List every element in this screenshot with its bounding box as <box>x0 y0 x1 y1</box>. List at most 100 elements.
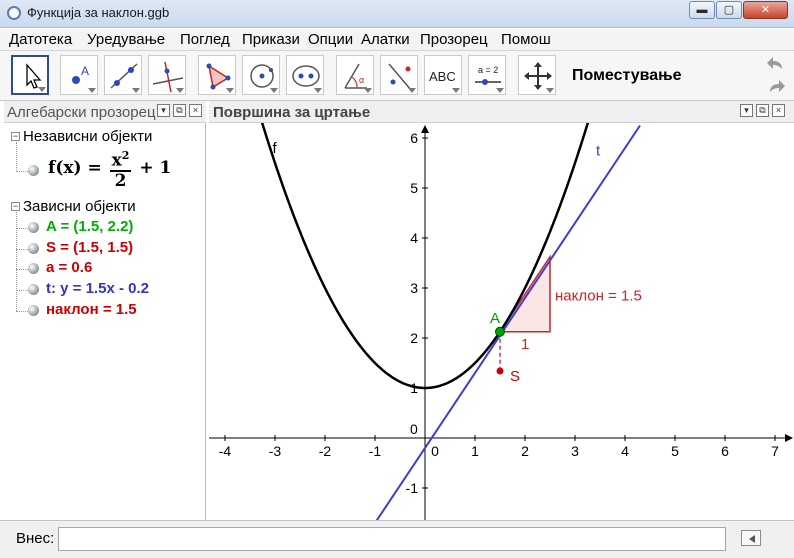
list-item[interactable] <box>28 161 48 181</box>
menu-options[interactable]: Опции <box>308 31 353 48</box>
visibility-bullet-icon[interactable] <box>28 243 39 254</box>
close-window-button[interactable]: ✕ <box>743 1 788 19</box>
point-tool-button[interactable]: A <box>60 55 98 95</box>
menu-help[interactable]: Помош <box>501 31 551 48</box>
collapse-toggle-free[interactable]: − <box>11 132 20 141</box>
x-tick-label: 5 <box>671 443 679 459</box>
menu-tools[interactable]: Алатки <box>361 31 410 48</box>
minimize-button[interactable]: ▬ <box>689 1 715 19</box>
dropdown-triangle-icon <box>88 88 96 93</box>
x-tick-label: -1 <box>369 443 382 459</box>
visibility-bullet-icon[interactable] <box>28 305 39 316</box>
text-tool-button[interactable]: ABC <box>424 55 462 95</box>
x-tick-label: 1 <box>471 443 479 459</box>
x-tick-label: 6 <box>721 443 729 459</box>
function-f-formula[interactable]: f(x) = x2 2 + 1 <box>48 147 171 190</box>
graphics-view-header: Површина за цртање ▾ ⧉ × <box>209 101 794 123</box>
close-panel-icon[interactable]: × <box>772 104 785 117</box>
undo-icon[interactable] <box>765 54 787 74</box>
menu-window[interactable]: Прозорец <box>420 31 488 48</box>
visibility-bullet-icon[interactable] <box>28 222 39 233</box>
x-tick-label: -2 <box>319 443 332 459</box>
menu-edit[interactable]: Уредување <box>87 31 165 48</box>
visibility-bullet-icon[interactable] <box>28 284 39 295</box>
title-bar: Функција за наклон.ggb ▬ ▢ ✕ <box>0 0 794 28</box>
menu-perspectives[interactable]: Прикази <box>242 31 300 48</box>
svg-text:ABC: ABC <box>429 69 456 84</box>
y-tick-labels: -1 1 2 3 4 5 6 <box>406 130 419 496</box>
perpendicular-tool-button[interactable] <box>148 55 186 95</box>
reflect-tool-button[interactable] <box>380 55 418 95</box>
window-title: Функција за наклон.ggb <box>27 5 170 20</box>
tree-connector <box>16 142 17 172</box>
toolbar: A α ABC a = 2 Поместување <box>0 51 794 101</box>
dependent-objects-header: Зависни објекти <box>23 198 136 215</box>
x-tick-label: 0 <box>431 443 439 459</box>
graphics-view[interactable]: f t A S наклон = 1.5 1 0 -4 -3 -2 -1 1 2 3 4 5 6 7… <box>209 101 794 520</box>
x-tick-label: -3 <box>269 443 282 459</box>
y-tick-label: 6 <box>410 130 418 146</box>
object-A[interactable]: A = (1.5, 2.2) <box>46 218 133 235</box>
dropdown-triangle-icon <box>408 88 416 93</box>
y-axis-arrow <box>421 125 429 133</box>
dropdown-triangle-icon <box>132 88 140 93</box>
maximize-button[interactable]: ▢ <box>716 1 742 19</box>
circle-tool-button[interactable] <box>242 55 280 95</box>
move-view-tool-button[interactable] <box>518 55 556 95</box>
x-tick-label: 7 <box>771 443 779 459</box>
dropdown-triangle-icon <box>270 88 278 93</box>
object-a[interactable]: a = 0.6 <box>46 259 92 276</box>
menu-bar: Датотека Уредување Поглед Прикази Опции … <box>0 29 794 51</box>
graphics-canvas[interactable]: f t A S наклон = 1.5 1 0 -4 -3 -2 -1 1 2 3 4 5 6 7… <box>209 101 794 520</box>
panel-menu-icon[interactable]: ▾ <box>157 104 170 117</box>
undock-icon[interactable]: ⧉ <box>173 104 186 117</box>
y-tick-label: 4 <box>410 230 418 246</box>
dropdown-triangle-icon <box>226 88 234 93</box>
x-tick-label: -4 <box>219 443 232 459</box>
collapse-toggle-dependent[interactable]: − <box>11 202 20 211</box>
dropdown-triangle-icon <box>364 88 372 93</box>
visibility-bullet-icon[interactable] <box>28 263 39 274</box>
point-label-A: A <box>490 310 500 327</box>
svg-text:α: α <box>359 75 364 85</box>
x-axis-arrow <box>785 434 793 442</box>
y-tick-label: -1 <box>406 480 419 496</box>
dropdown-triangle-icon <box>496 88 504 93</box>
ellipse-tool-button[interactable] <box>286 55 324 95</box>
slider-tool-button[interactable]: a = 2 <box>468 55 506 95</box>
svg-text:a = 2: a = 2 <box>478 65 498 75</box>
move-tool-button[interactable] <box>11 55 49 95</box>
x-tick-label: 3 <box>571 443 579 459</box>
fraction: x2 2 <box>109 149 132 191</box>
visibility-bullet-icon[interactable] <box>28 165 39 176</box>
object-slope[interactable]: наклон = 1.5 <box>46 301 137 318</box>
input-bar: Внес: <box>0 520 794 558</box>
object-tangent-t[interactable]: t: y = 1.5x - 0.2 <box>46 280 149 297</box>
input-help-button[interactable] <box>741 530 761 546</box>
tree-connector <box>16 212 17 311</box>
menu-view[interactable]: Поглед <box>180 31 230 48</box>
x-tick-label: 4 <box>621 443 629 459</box>
panel-menu-icon[interactable]: ▾ <box>740 104 753 117</box>
curve-label-f: f <box>273 140 278 157</box>
redo-icon[interactable] <box>765 77 787 97</box>
angle-tool-button[interactable]: α <box>336 55 374 95</box>
point-A[interactable] <box>495 326 505 337</box>
undock-icon[interactable]: ⧉ <box>756 104 769 117</box>
polygon-tool-button[interactable] <box>198 55 236 95</box>
algebra-view-title: Алгебарски прозорец <box>7 104 156 121</box>
x-tick-labels: -4 -3 -2 -1 1 2 3 4 5 6 7 0 <box>219 443 779 459</box>
point-S[interactable] <box>496 367 504 375</box>
command-input[interactable] <box>58 527 726 551</box>
dropdown-triangle-icon <box>176 88 184 93</box>
line-tool-button[interactable] <box>104 55 142 95</box>
run-label: 1 <box>521 336 529 353</box>
triangle-left-icon <box>749 535 755 543</box>
close-panel-icon[interactable]: × <box>189 104 202 117</box>
y-tick-label: 2 <box>410 330 418 346</box>
slope-label: наклон = 1.5 <box>555 287 642 304</box>
menu-file[interactable]: Датотека <box>9 31 72 48</box>
dropdown-triangle-icon <box>452 88 460 93</box>
object-S[interactable]: S = (1.5, 1.5) <box>46 239 133 256</box>
y-tick-label: 5 <box>410 180 418 196</box>
